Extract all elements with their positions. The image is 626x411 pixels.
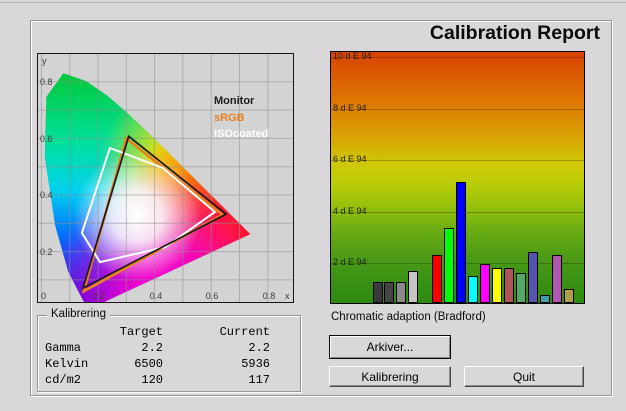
cie-x-tick: 0.6 xyxy=(205,291,219,301)
de-bar-red xyxy=(431,255,442,303)
de-bar-yellow xyxy=(491,268,502,303)
quit-button[interactable]: Quit xyxy=(464,366,584,387)
cie-y-tick: 0.2 xyxy=(40,247,53,257)
de-bar-khaki xyxy=(564,288,575,303)
column-header-target: Target xyxy=(119,325,163,339)
cie-y-tick: 0.4 xyxy=(40,190,53,200)
table-row-luminance: cd/m2 120 117 xyxy=(45,372,270,388)
target-value: 2.2 xyxy=(141,341,163,355)
de-bar-dark-gray-2 xyxy=(384,282,395,303)
de-grid-label: 10 d E 94 xyxy=(333,51,372,62)
window-frame-line xyxy=(0,2,626,3)
page-title: Calibration Report xyxy=(429,22,600,44)
current-value: 117 xyxy=(248,373,270,387)
cie-y-axis-label: y xyxy=(42,56,47,66)
table-row-gamma: Gamma 2.2 2.2 xyxy=(45,340,270,356)
de-gridline xyxy=(331,160,584,162)
calibration-groupbox: Kalibrering Target Current Gamma 2.2 2.2… xyxy=(37,308,301,392)
target-value: 120 xyxy=(141,373,163,387)
cie-origin-label: 0 xyxy=(41,291,47,301)
cie-x-tick: 0.2 xyxy=(92,291,106,301)
de-bar-dark-gray-1 xyxy=(372,282,383,303)
de-bar-magenta xyxy=(479,264,490,303)
table-row-kelvin: Kelvin 6500 5936 xyxy=(45,356,270,372)
cie-y-tick: 0.8 xyxy=(40,77,53,87)
de-bar-brick-red xyxy=(504,268,514,303)
cie-chromaticity-diagram: y 0.8 0.6 0.4 0.2 0 0.2 0.4 0.6 0.8 x xyxy=(37,53,294,303)
row-label: cd/m2 xyxy=(45,373,82,387)
de-grid-label: 4 d E 94 xyxy=(333,205,367,216)
legend-item-isocoated: ISOcoated xyxy=(214,128,269,140)
cie-x-axis-label: x xyxy=(285,291,290,301)
delta-e-plot-area: 10 d E 94 8 d E 94 6 d E 94 4 d E 94 2 d E 9… xyxy=(331,51,584,303)
current-value: 5936 xyxy=(241,357,270,371)
column-header-current: Current xyxy=(219,325,270,339)
legend-item-monitor: Monitor xyxy=(214,95,255,107)
cie-x-tick: 0.8 xyxy=(262,291,276,301)
de-bar-cyan xyxy=(467,276,478,303)
current-value: 2.2 xyxy=(248,341,270,355)
calibration-table: Target Current Gamma 2.2 2.2 Kelvin 6500… xyxy=(45,324,270,388)
delta-e-bar-chart: 10 d E 94 8 d E 94 6 d E 94 4 d E 94 2 d E 9… xyxy=(330,51,585,304)
row-label: Kelvin xyxy=(45,357,89,371)
de-grid-label: 2 d E 94 xyxy=(333,257,367,267)
cie-y-tick: 0.6 xyxy=(40,134,53,144)
calibration-group-title: Kalibrering xyxy=(47,308,110,320)
cie-horseshoe-plot xyxy=(38,54,293,302)
de-bar-mid-gray xyxy=(396,282,407,303)
de-bar-green xyxy=(443,228,454,303)
spectral-locus-fill xyxy=(44,73,251,302)
bar-chart-caption: Chromatic adaption (Bradford) xyxy=(331,311,486,323)
de-bar-teal xyxy=(540,295,551,303)
gamut-legend: Monitor sRGB ISOcoated xyxy=(214,93,268,143)
de-bar-light-gray xyxy=(407,270,418,303)
cie-x-tick: 0.4 xyxy=(149,291,163,301)
de-gridline xyxy=(331,108,584,110)
de-bar-blue xyxy=(455,182,466,303)
legend-item-srgb: sRGB xyxy=(214,111,245,124)
archive-button[interactable]: Arkiver... xyxy=(329,335,451,359)
target-value: 6500 xyxy=(134,357,163,371)
de-bar-slate-blue xyxy=(528,251,539,303)
table-header-row: Target Current xyxy=(45,324,270,340)
row-label: Gamma xyxy=(45,341,82,355)
de-grid-label: 8 d E 94 xyxy=(333,102,367,113)
de-bar-sea-green xyxy=(516,273,527,303)
de-grid-label: 6 d E 94 xyxy=(333,154,367,165)
calibrate-button[interactable]: Kalibrering xyxy=(329,366,451,387)
de-bar-orchid xyxy=(552,255,563,303)
